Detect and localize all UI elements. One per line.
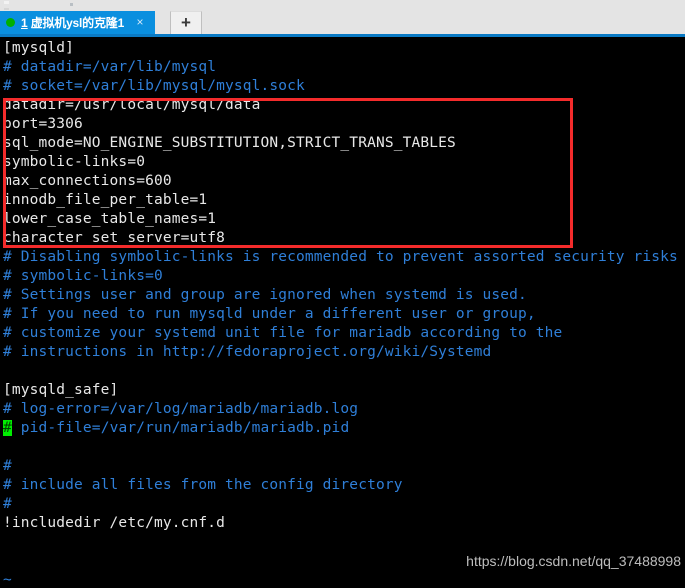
terminal-line: # include all files from the config dire… xyxy=(3,477,403,493)
vm-terminal-window: 1 虚拟机ysl的克隆1 × + [mysqld] # datadir=/var/… xyxy=(0,0,685,588)
terminal-line: # instructions in http://fedoraproject.o… xyxy=(3,344,492,360)
terminal-line: max_connections=600 xyxy=(3,173,172,189)
terminal-screen[interactable]: [mysqld] # datadir=/var/lib/mysql # socket… xyxy=(0,37,685,588)
terminal-line: lower_case_table_names=1 xyxy=(3,211,217,227)
close-icon[interactable]: × xyxy=(133,15,147,29)
terminal-line: # xyxy=(3,458,12,474)
terminal-line: # Disabling symbolic-links is recommende… xyxy=(3,249,678,265)
terminal-line: # pid-file=/var/run/mariadb/mariadb.pid xyxy=(3,420,350,436)
terminal-line: port=3306 xyxy=(3,116,83,132)
window-chrome-strip xyxy=(0,0,685,11)
terminal-line: !includedir /etc/my.cnf.d xyxy=(3,515,225,531)
terminal-line: [mysqld] xyxy=(3,40,75,56)
tab-status-dot xyxy=(6,18,15,27)
terminal-text-area: [mysqld] # datadir=/var/lib/mysql # socket… xyxy=(3,39,685,588)
terminal-line: # symbolic-links=0 xyxy=(3,268,163,284)
terminal-line: # log-error=/var/log/mariadb/mariadb.log xyxy=(3,401,359,417)
window-menu-icon[interactable] xyxy=(4,1,10,10)
tab-bar: 1 虚拟机ysl的克隆1 × + xyxy=(0,11,685,37)
terminal-line: innodb_file_per_table=1 xyxy=(3,192,208,208)
watermark-text: https://blog.csdn.net/qq_37488998 xyxy=(466,553,681,569)
chrome-marker-dot xyxy=(70,3,73,6)
terminal-line: # customize your systemd unit file for m… xyxy=(3,325,563,341)
terminal-line: sql_mode=NO_ENGINE_SUBSTITUTION,STRICT_T… xyxy=(3,135,456,151)
terminal-line: # xyxy=(3,496,12,512)
terminal-line: character_set_server=utf8 xyxy=(3,230,225,246)
terminal-line: # datadir=/var/lib/mysql xyxy=(3,59,217,75)
terminal-line: ~ xyxy=(3,572,12,588)
tab-index-label: 1 xyxy=(21,15,28,30)
terminal-line: datadir=/usr/local/mysql/data xyxy=(3,97,261,113)
terminal-line: # If you need to run mysqld under a diff… xyxy=(3,306,536,322)
terminal-line: # Settings user and group are ignored wh… xyxy=(3,287,527,303)
terminal-line: [mysqld_safe] xyxy=(3,382,119,398)
terminal-line: symbolic-links=0 xyxy=(3,154,146,170)
tab-vm-clone[interactable]: 1 虚拟机ysl的克隆1 × xyxy=(0,11,155,34)
tab-title-label: 虚拟机ysl的克隆1 xyxy=(30,15,125,30)
terminal-cursor: # xyxy=(3,420,12,436)
new-tab-button[interactable]: + xyxy=(170,11,202,34)
terminal-line: # socket=/var/lib/mysql/mysql.sock xyxy=(3,78,305,94)
